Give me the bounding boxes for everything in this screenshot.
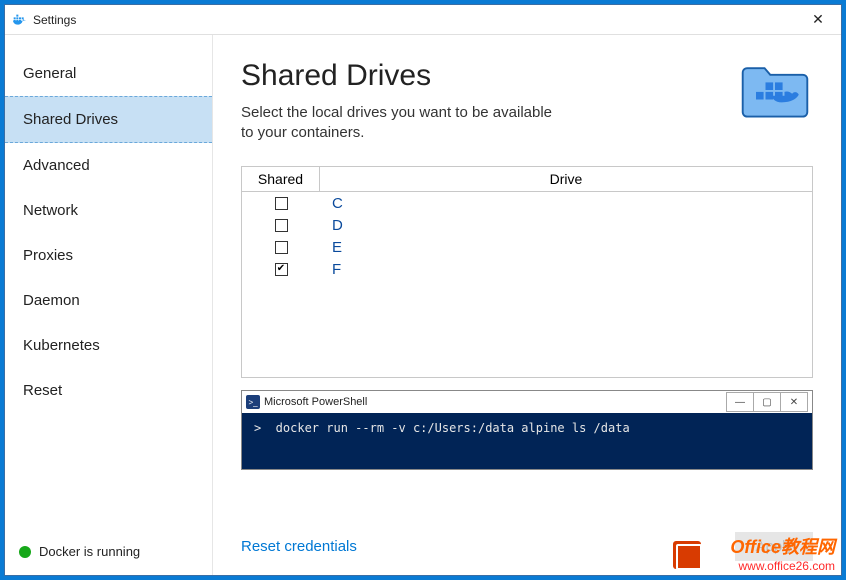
drive-label: C bbox=[320, 195, 812, 212]
powershell-icon: >_ bbox=[246, 395, 260, 409]
settings-window: Settings ✕ GeneralShared DrivesAdvancedN… bbox=[4, 4, 842, 576]
drive-label: D bbox=[320, 217, 812, 234]
sidebar-item-network[interactable]: Network bbox=[5, 188, 212, 233]
shared-checkbox[interactable] bbox=[275, 219, 288, 232]
column-header-drive: Drive bbox=[320, 167, 812, 191]
sidebar-item-general[interactable]: General bbox=[5, 51, 212, 96]
docker-icon bbox=[11, 12, 27, 28]
column-header-shared: Shared bbox=[242, 167, 320, 191]
apply-button[interactable]: Apply bbox=[735, 532, 813, 561]
sidebar-item-daemon[interactable]: Daemon bbox=[5, 278, 212, 323]
sidebar: GeneralShared DrivesAdvancedNetworkProxi… bbox=[5, 35, 213, 575]
drive-label: F bbox=[320, 261, 812, 278]
shared-checkbox[interactable] bbox=[275, 241, 288, 254]
table-row: ✔F bbox=[242, 258, 812, 280]
page-title: Shared Drives bbox=[241, 59, 717, 93]
status-bar: Docker is running bbox=[5, 528, 212, 575]
close-button[interactable]: ✕ bbox=[795, 5, 841, 34]
content-header: Shared Drives Select the local drives yo… bbox=[241, 59, 813, 142]
ps-minimize-button[interactable]: — bbox=[726, 392, 754, 412]
shared-checkbox[interactable]: ✔ bbox=[275, 263, 288, 276]
table-row: C bbox=[242, 192, 812, 214]
watermark-logo-icon bbox=[673, 541, 701, 569]
table-row: D bbox=[242, 214, 812, 236]
sidebar-item-proxies[interactable]: Proxies bbox=[5, 233, 212, 278]
sidebar-item-shared-drives[interactable]: Shared Drives bbox=[5, 96, 212, 143]
close-icon: ✕ bbox=[812, 11, 824, 28]
sidebar-item-kubernetes[interactable]: Kubernetes bbox=[5, 323, 212, 368]
shared-checkbox[interactable] bbox=[275, 197, 288, 210]
powershell-title: Microsoft PowerShell bbox=[264, 396, 367, 408]
ps-maximize-button[interactable]: ▢ bbox=[753, 392, 781, 412]
table-row: E bbox=[242, 236, 812, 258]
powershell-titlebar: >_ Microsoft PowerShell — ▢ ✕ bbox=[242, 391, 812, 413]
sidebar-items: GeneralShared DrivesAdvancedNetworkProxi… bbox=[5, 35, 212, 413]
drives-table: Shared Drive CDE✔F bbox=[241, 166, 813, 378]
window-title: Settings bbox=[33, 13, 76, 27]
powershell-body: > docker run --rm -v c:/Users:/data alpi… bbox=[242, 413, 812, 469]
titlebar: Settings ✕ bbox=[5, 5, 841, 35]
reset-credentials-link[interactable]: Reset credentials bbox=[241, 538, 357, 555]
status-text: Docker is running bbox=[39, 544, 140, 559]
ps-close-button[interactable]: ✕ bbox=[780, 392, 808, 412]
table-header: Shared Drive bbox=[242, 167, 812, 192]
table-body: CDE✔F bbox=[242, 192, 812, 280]
sidebar-item-advanced[interactable]: Advanced bbox=[5, 143, 212, 188]
page-description: Select the local drives you want to be a… bbox=[241, 103, 561, 142]
content-footer: Reset credentials Apply bbox=[241, 522, 813, 567]
drive-label: E bbox=[320, 239, 812, 256]
window-body: GeneralShared DrivesAdvancedNetworkProxi… bbox=[5, 35, 841, 575]
content-pane: Shared Drives Select the local drives yo… bbox=[213, 35, 841, 575]
status-dot-icon bbox=[19, 546, 31, 558]
sidebar-item-reset[interactable]: Reset bbox=[5, 368, 212, 413]
shared-drives-folder-icon bbox=[737, 59, 813, 121]
powershell-panel: >_ Microsoft PowerShell — ▢ ✕ > docker r… bbox=[241, 390, 813, 470]
